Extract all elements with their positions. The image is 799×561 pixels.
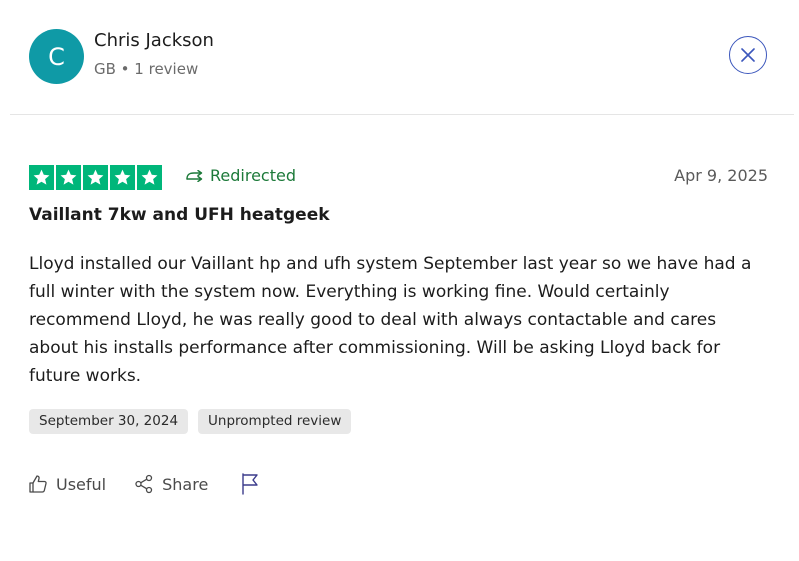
star-rating — [29, 165, 162, 190]
review-title: Vaillant 7kw and UFH heatgeek — [29, 205, 330, 225]
unprompted-review-tag[interactable]: Unprompted review — [198, 409, 352, 434]
experience-date-tag: September 30, 2024 — [29, 409, 189, 434]
redirected-text: Redirected — [210, 166, 296, 185]
report-button[interactable] — [240, 472, 260, 496]
reviewer-name[interactable]: Chris Jackson — [94, 30, 214, 51]
share-button[interactable]: Share — [134, 472, 208, 496]
useful-label: Useful — [56, 474, 107, 494]
review-body: Lloyd installed our Vaillant hp and ufh … — [29, 254, 752, 386]
star-icon — [29, 165, 54, 190]
review-actions: Useful Share — [28, 472, 260, 496]
review-date: Apr 9, 2025 — [674, 166, 768, 185]
close-icon — [741, 48, 755, 62]
avatar-initial: C — [48, 42, 65, 71]
reviewer-meta: GB • 1 review — [94, 60, 199, 78]
redirect-arrow-icon — [186, 169, 204, 182]
redirected-label[interactable]: Redirected — [186, 166, 296, 185]
star-icon — [110, 165, 135, 190]
star-icon — [56, 165, 81, 190]
flag-icon — [240, 473, 260, 495]
star-icon — [137, 165, 162, 190]
share-label: Share — [162, 474, 209, 494]
header-divider — [10, 114, 794, 115]
reviewer-header: C Chris Jackson GB • 1 review — [0, 0, 799, 114]
star-icon — [83, 165, 108, 190]
review-tags: September 30, 2024 Unprompted review — [29, 409, 352, 434]
avatar: C — [29, 29, 84, 84]
useful-button[interactable]: Useful — [28, 472, 106, 496]
thumbs-up-icon — [28, 474, 48, 494]
close-button[interactable] — [729, 36, 767, 74]
share-icon — [134, 474, 154, 494]
